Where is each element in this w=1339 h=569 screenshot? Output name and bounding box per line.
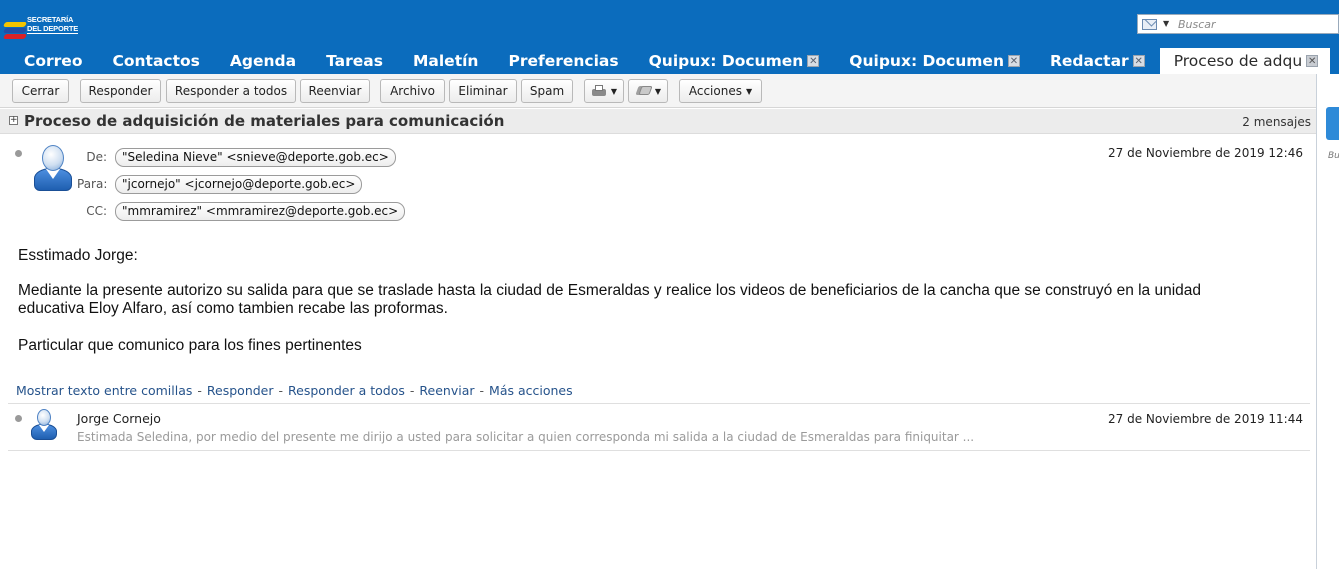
logo-text: SECRETARÍA DEL DEPORTE	[27, 15, 79, 34]
message-paragraph: Particular que comunico para los fines p…	[18, 337, 362, 354]
reply-all-link[interactable]: Responder a todos	[288, 383, 405, 398]
message-toolbar: Cerrar Responder Responder a todos Reenv…	[0, 74, 1316, 108]
message-snippet[interactable]: Estimada Seledina, por medio del present…	[77, 430, 974, 444]
read-status-dot	[15, 150, 22, 157]
read-status-dot	[15, 415, 22, 422]
forward-button[interactable]: Reenviar	[300, 79, 370, 103]
message-greeting: Esstimado Jorge:	[18, 247, 138, 264]
actions-menu-button[interactable]: Acciones ▼	[679, 79, 762, 103]
chevron-down-icon: ▼	[745, 87, 753, 96]
divider	[8, 450, 1310, 451]
tab-proceso-adquisicion[interactable]: Proceso de adqu ✕	[1159, 48, 1331, 74]
close-button[interactable]: Cerrar	[12, 79, 69, 103]
close-tab-icon[interactable]: ✕	[1007, 55, 1020, 67]
close-tab-icon[interactable]: ✕	[1132, 55, 1145, 67]
avatar	[30, 409, 58, 440]
secretaria-deporte-logo: SECRETARÍA DEL DEPORTE	[0, 6, 90, 46]
search-box[interactable]: ▼	[1137, 14, 1339, 34]
close-tab-icon[interactable]: ✕	[807, 55, 820, 67]
chevron-down-icon: ▼	[610, 87, 618, 96]
logo-stripes-icon	[0, 20, 28, 46]
chevron-down-icon[interactable]: ▼	[1163, 19, 1169, 28]
divider	[8, 403, 1310, 404]
message-count: 2 mensajes	[1242, 115, 1311, 129]
from-label: De:	[86, 150, 107, 164]
cc-chip[interactable]: "mmramirez" <mmramirez@deporte.gob.ec>	[115, 202, 406, 221]
tab-correo[interactable]: Correo	[0, 48, 97, 74]
conversation-title: Proceso de adquisición de materiales par…	[24, 112, 505, 130]
conversation-view: Cerrar Responder Responder a todos Reenv…	[0, 74, 1316, 569]
tag-menu-button[interactable]: ▼	[628, 79, 668, 103]
archive-button[interactable]: Archivo	[380, 79, 445, 103]
spam-button[interactable]: Spam	[521, 79, 573, 103]
search-input[interactable]	[1178, 16, 1338, 32]
reply-all-button[interactable]: Responder a todos	[166, 79, 296, 103]
app-header: SECRETARÍA DEL DEPORTE ▼ Correo Contacto…	[0, 0, 1339, 75]
message-paragraph: Mediante la presente autorizo su salida …	[18, 282, 1202, 317]
side-panel-label: Bu	[1328, 151, 1339, 161]
more-actions-link[interactable]: Más acciones	[489, 383, 573, 398]
tag-icon	[635, 84, 653, 97]
tab-redactar[interactable]: Redactar ✕	[1035, 48, 1160, 74]
tab-quipux-1[interactable]: Quipux: Documen ✕	[634, 48, 835, 74]
recipient-chip[interactable]: "jcornejo" <jcornejo@deporte.gob.ec>	[115, 175, 363, 194]
print-menu-button[interactable]: ▼	[584, 79, 624, 103]
tab-contactos[interactable]: Contactos	[97, 48, 214, 74]
to-label: Para:	[77, 177, 108, 191]
conversation-header: + Proceso de adquisición de materiales p…	[0, 109, 1316, 134]
printer-icon	[591, 84, 607, 97]
forward-link[interactable]: Reenviar	[419, 383, 474, 398]
message-date: 27 de Noviembre de 2019 11:44	[1108, 412, 1303, 426]
side-panel: Bu	[1316, 74, 1339, 569]
avatar	[32, 145, 74, 191]
cc-label: CC:	[86, 204, 107, 218]
reply-button[interactable]: Responder	[80, 79, 161, 103]
delete-button[interactable]: Eliminar	[449, 79, 517, 103]
reply-link[interactable]: Responder	[207, 383, 274, 398]
tab-tareas[interactable]: Tareas	[311, 48, 398, 74]
message-sender[interactable]: Jorge Cornejo	[77, 411, 161, 426]
side-panel-button[interactable]	[1326, 107, 1339, 140]
show-quoted-link[interactable]: Mostrar texto entre comillas	[16, 383, 192, 398]
message-date: 27 de Noviembre de 2019 12:46	[1108, 146, 1303, 160]
mail-search-icon[interactable]	[1142, 19, 1157, 30]
tab-quipux-2[interactable]: Quipux: Documen ✕	[834, 48, 1035, 74]
expand-icon[interactable]: +	[9, 116, 18, 125]
message-actions: Mostrar texto entre comillas - Responder - R…	[16, 383, 573, 398]
app-tabs: Correo Contactos Agenda Tareas Maletín P…	[0, 48, 1331, 74]
tab-preferencias[interactable]: Preferencias	[493, 48, 633, 74]
chevron-down-icon: ▼	[654, 87, 662, 96]
close-tab-icon[interactable]: ✕	[1306, 55, 1319, 67]
sender-chip[interactable]: "Seledina Nieve" <snieve@deporte.gob.ec>	[115, 148, 396, 167]
tab-agenda[interactable]: Agenda	[215, 48, 311, 74]
tab-maletin[interactable]: Maletín	[398, 48, 493, 74]
